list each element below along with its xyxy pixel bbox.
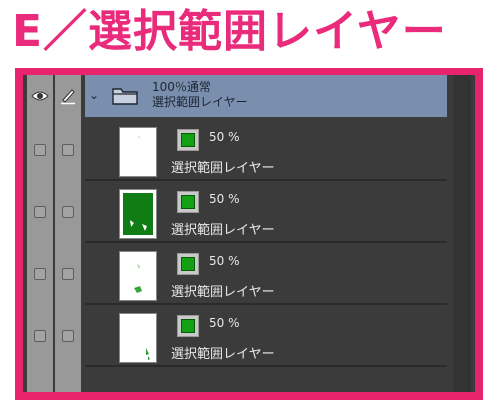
- layer-name: 選択範囲レイヤー: [171, 347, 275, 362]
- edit-column: [55, 75, 81, 392]
- blend-mode-label: 100％通常: [152, 80, 211, 94]
- edit-checkbox[interactable]: [62, 206, 74, 218]
- visibility-checkbox[interactable]: [34, 268, 46, 280]
- layer-panel: ⌄ 100％通常 選択範囲レイヤー 50 % 選択範囲レイヤー 50 % 選択範…: [23, 75, 475, 392]
- folder-name: 選択範囲レイヤー: [152, 95, 248, 109]
- highlight-frame: ⌄ 100％通常 選択範囲レイヤー 50 % 選択範囲レイヤー 50 % 選択範…: [15, 68, 483, 400]
- visibility-column: [27, 75, 53, 392]
- opacity-label: 50 %: [209, 130, 240, 144]
- folder-layer-row[interactable]: ⌄ 100％通常 選択範囲レイヤー: [85, 75, 447, 117]
- layer-thumbnail: [119, 313, 157, 363]
- layer-row-2[interactable]: 50 % 選択範囲レイヤー: [85, 181, 447, 243]
- opacity-label: 50 %: [209, 192, 240, 206]
- opacity-label: 50 %: [209, 316, 240, 330]
- edit-checkbox[interactable]: [62, 268, 74, 280]
- opacity-label: 50 %: [209, 254, 240, 268]
- layer-thumbnail: [119, 127, 157, 177]
- chevron-down-icon[interactable]: ⌄: [89, 88, 99, 102]
- green-chip-icon: [177, 129, 199, 151]
- page-title: E／選択範囲レイヤー: [12, 6, 447, 57]
- layer-row-1[interactable]: 50 % 選択範囲レイヤー: [85, 119, 447, 181]
- scrollbar[interactable]: [453, 75, 471, 392]
- layer-thumbnail: [119, 251, 157, 301]
- layer-name: 選択範囲レイヤー: [171, 161, 275, 176]
- folder-icon: [111, 84, 139, 110]
- layer-name: 選択範囲レイヤー: [171, 285, 275, 300]
- edit-checkbox[interactable]: [62, 144, 74, 156]
- visibility-checkbox[interactable]: [34, 144, 46, 156]
- pen-icon[interactable]: [55, 75, 81, 117]
- green-chip-icon: [177, 315, 199, 337]
- layer-row-4[interactable]: 50 % 選択範囲レイヤー: [85, 305, 447, 367]
- green-chip-icon: [177, 253, 199, 275]
- layer-name: 選択範囲レイヤー: [171, 223, 275, 238]
- edit-checkbox[interactable]: [62, 330, 74, 342]
- eye-icon[interactable]: [27, 75, 53, 117]
- visibility-checkbox[interactable]: [34, 330, 46, 342]
- green-chip-icon: [177, 191, 199, 213]
- visibility-checkbox[interactable]: [34, 206, 46, 218]
- layer-thumbnail: [119, 189, 157, 239]
- layer-row-3[interactable]: 50 % 選択範囲レイヤー: [85, 243, 447, 305]
- folder-info: 100％通常 選択範囲レイヤー: [152, 80, 248, 110]
